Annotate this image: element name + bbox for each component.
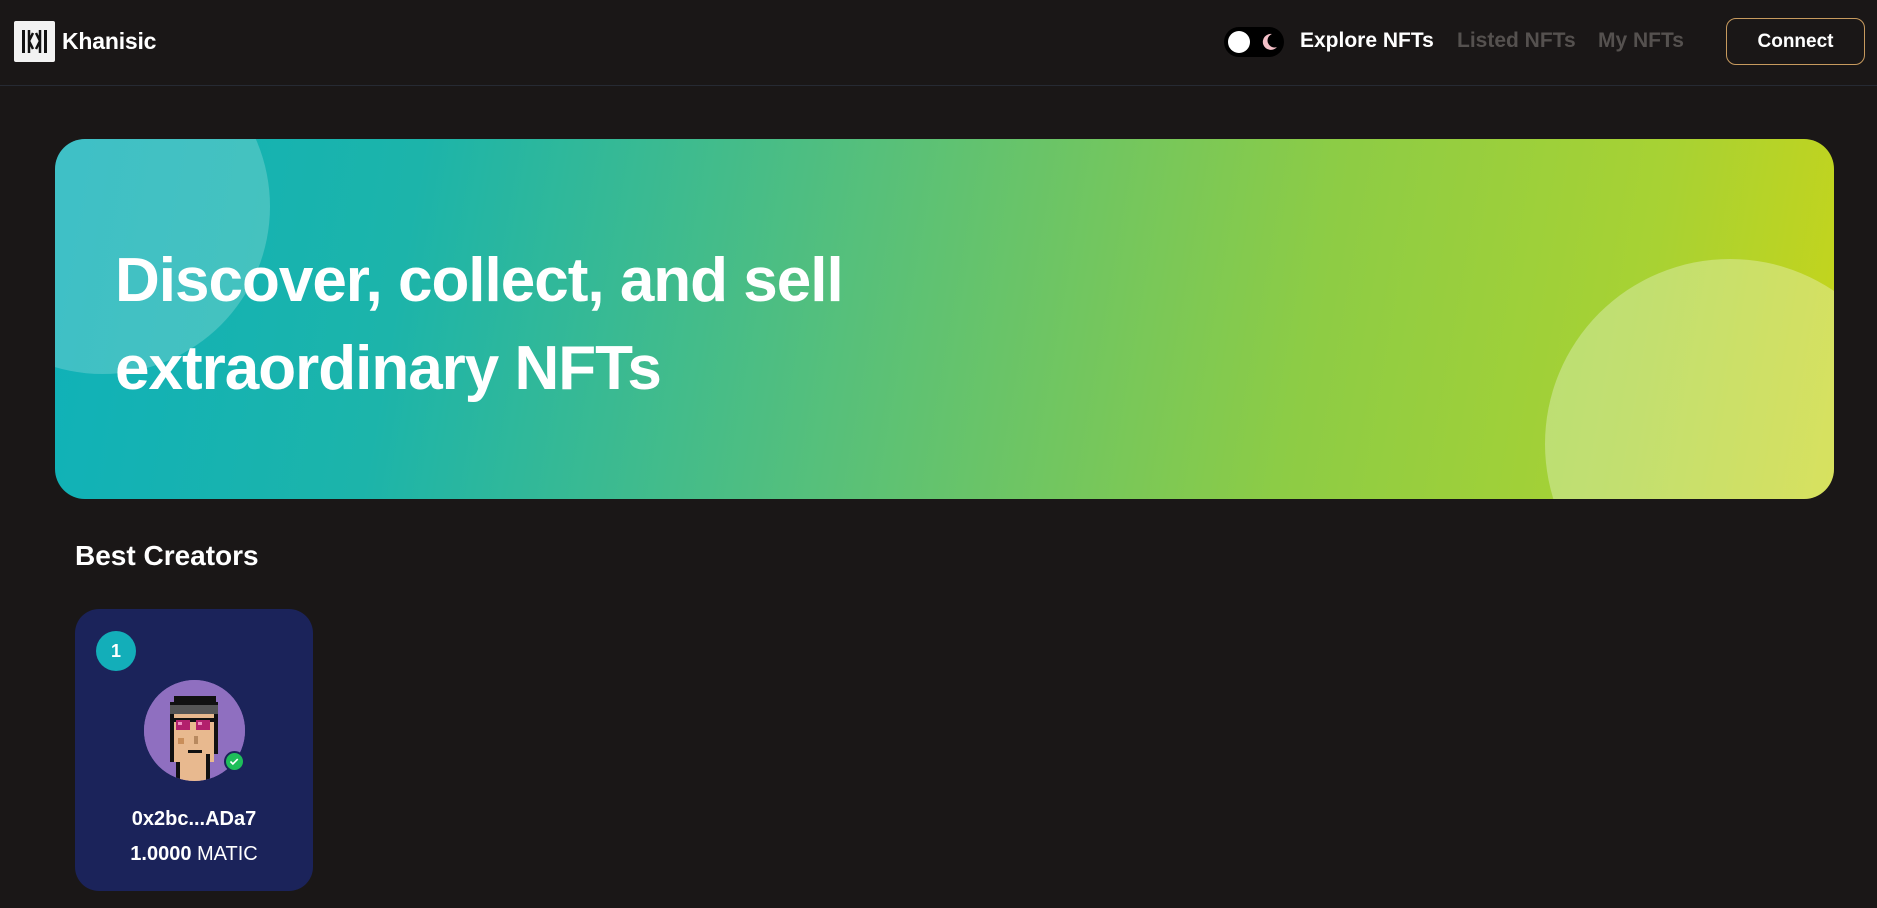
creator-address: 0x2bc...ADa7	[131, 808, 257, 830]
nav-my-nfts[interactable]: My NFTs	[1598, 29, 1684, 53]
rank-badge: 1	[96, 631, 136, 671]
verified-check-icon	[224, 751, 245, 772]
creator-card[interactable]: 1 0x2bc...ADa7 1.0000 MATIC	[75, 609, 313, 891]
connect-button[interactable]: Connect	[1726, 18, 1865, 65]
creator-balance-currency: MATIC	[197, 843, 258, 865]
brand-name: Khanisic	[62, 27, 157, 54]
nav-explore-nfts[interactable]: Explore NFTs	[1300, 29, 1434, 53]
best-creators-title: Best Creators	[75, 540, 259, 571]
hero-banner: Discover, collect, and sell extraordinar…	[55, 139, 1834, 499]
khanisic-logo-icon	[14, 20, 55, 62]
hero-title-line1: Discover, collect, and sell	[115, 246, 844, 315]
theme-toggle[interactable]	[1224, 27, 1284, 57]
moon-icon	[1262, 33, 1277, 50]
brand[interactable]: Khanisic	[14, 20, 156, 62]
creator-balance: 1.0000 MATIC	[75, 843, 313, 866]
sun-knob-icon	[1228, 31, 1250, 53]
creator-balance-amount: 1.0000	[130, 843, 192, 865]
top-navbar: Khanisic Explore NFTs Listed NFTs My NFT…	[0, 0, 1877, 86]
hero-title-line2: extraordinary NFTs	[115, 334, 662, 403]
nav-listed-nfts[interactable]: Listed NFTs	[1457, 29, 1576, 53]
hero-decor-circle	[1545, 259, 1834, 499]
hero-title: Discover, collect, and sell extraordinar…	[115, 237, 1015, 413]
